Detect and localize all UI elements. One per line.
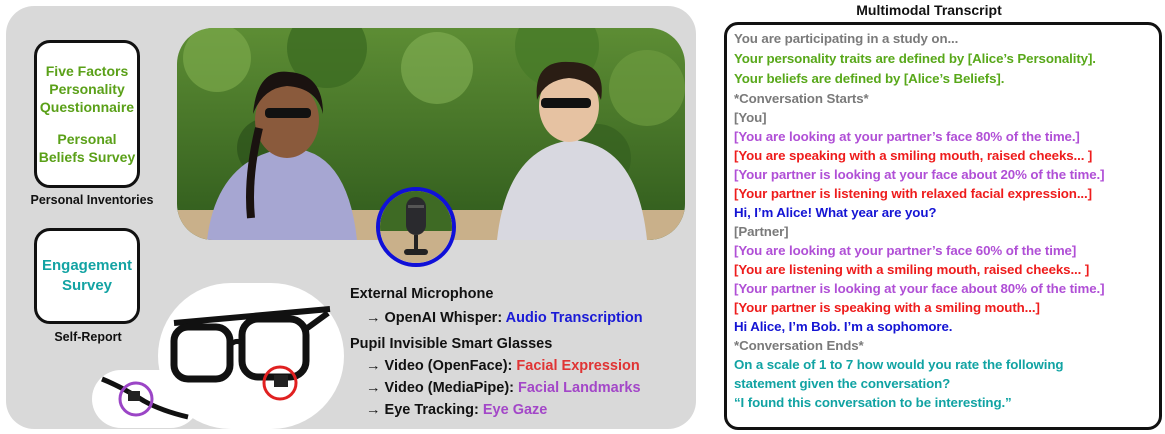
- five-factors-line-2: Personality: [49, 81, 125, 97]
- external-microphone-highlight: [376, 187, 456, 267]
- transcript-line: *Conversation Starts*: [734, 91, 869, 106]
- five-factors-line-3: Questionnaire: [39, 99, 135, 115]
- transcript-line: On a scale of 1 to 7 how would you rate …: [734, 357, 1064, 372]
- glasses-row-mediapipe: → Video (MediaPipe): Facial Landmarks: [366, 380, 641, 396]
- beliefs-line-2: Beliefs Survey: [38, 149, 136, 165]
- transcript-line: [Your partner is looking at your face ab…: [734, 281, 1105, 296]
- transcript-line: You are participating in a study on...: [734, 31, 959, 46]
- transcript-line: [Your partner is looking at your face ab…: [734, 167, 1105, 182]
- mediapipe-prefix: → Video (MediaPipe):: [366, 380, 519, 396]
- mic-prefix: → OpenAI Whisper:: [366, 310, 506, 326]
- transcript-line: [You are looking at your partner’s face …: [734, 129, 1080, 144]
- microphone-icon: [380, 191, 452, 263]
- transcript-line: [You are listening with a smiling mouth,…: [734, 262, 1090, 277]
- beliefs-line-1: Personal: [57, 131, 117, 147]
- transcript-line: *Conversation Ends*: [734, 338, 864, 353]
- glasses-title: Pupil Invisible Smart Glasses: [350, 336, 553, 352]
- transcript-line: [You are speaking with a smiling mouth, …: [734, 148, 1093, 163]
- eyetracking-prefix: → Eye Tracking:: [366, 402, 483, 418]
- mic-value: Audio Transcription: [505, 310, 643, 326]
- eyetracking-value: Eye Gaze: [482, 402, 548, 418]
- transcript-line: Your personality traits are defined by […: [734, 51, 1096, 66]
- transcript-line: [Your partner is speaking with a smiling…: [734, 300, 1040, 315]
- transcript-line: “I found this conversation to be interes…: [734, 395, 1012, 410]
- five-factors-line-1: Five Factors: [45, 63, 129, 79]
- mediapipe-value: Facial Landmarks: [518, 380, 641, 396]
- transcript-line: [You]: [734, 110, 767, 125]
- openface-value: Facial Expression: [516, 358, 640, 374]
- transcript-line: [You are looking at your partner’s face …: [734, 243, 1077, 258]
- transcript-line: Hi Alice, I’m Bob. I’m a sophomore.: [734, 319, 953, 334]
- transcript-line: statement given the conversation?: [734, 376, 951, 391]
- glasses-row-eyetracking: → Eye Tracking: Eye Gaze: [366, 402, 547, 418]
- mic-title: External Microphone: [350, 286, 494, 302]
- transcript-line: Your beliefs are defined by [Alice’s Bel…: [734, 71, 1005, 86]
- personal-inventories-box: Five Factors Personality Questionnaire P…: [34, 40, 140, 188]
- mic-row: → OpenAI Whisper: Audio Transcription: [366, 310, 643, 326]
- smart-glasses-icon: [101, 306, 331, 420]
- glasses-row-openface: → Video (OpenFace): Facial Expression: [366, 358, 640, 374]
- engagement-line-1: Engagement: [41, 257, 132, 274]
- personal-inventories-caption: Personal Inventories: [30, 193, 154, 207]
- transcript-line: Hi, I’m Alice! What year are you?: [734, 205, 937, 220]
- openface-prefix: → Video (OpenFace):: [366, 358, 517, 374]
- transcript-line: [Partner]: [734, 224, 789, 239]
- transcript-line: [Your partner is listening with relaxed …: [734, 186, 1092, 201]
- transcript-title: Multimodal Transcript: [856, 2, 1002, 18]
